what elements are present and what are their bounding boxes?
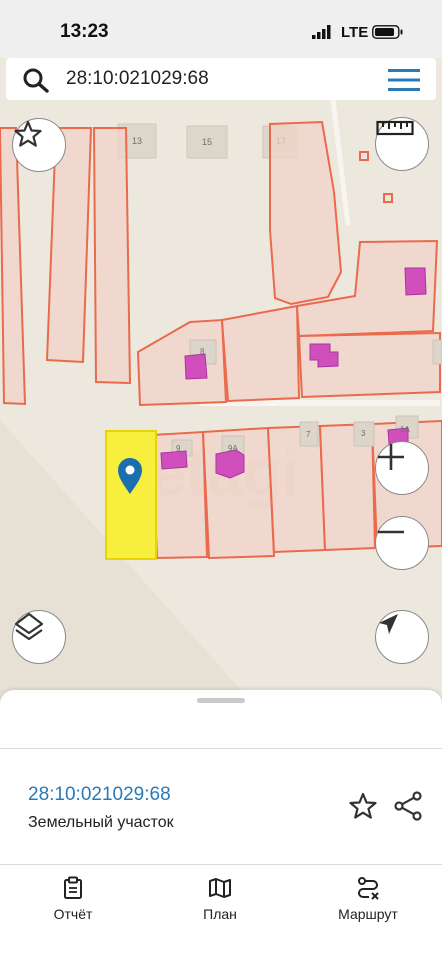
house-number: 8 <box>200 347 205 356</box>
minus-icon <box>378 530 404 534</box>
network-label: LTE <box>341 24 369 41</box>
building <box>184 353 208 380</box>
battery-icon <box>372 25 403 39</box>
menu-icon[interactable] <box>388 68 420 92</box>
divider <box>0 748 442 749</box>
building-footprint <box>432 339 442 365</box>
status-bar: 13:23 LTE <box>0 0 442 58</box>
star-icon <box>14 120 42 147</box>
search-bar[interactable]: 28:10:021029:68 <box>6 58 436 100</box>
tab-route[interactable]: Маршрут <box>308 866 428 946</box>
sheet-drag-handle[interactable] <box>197 698 245 703</box>
status-time: 13:23 <box>60 21 109 42</box>
building <box>215 449 245 479</box>
building <box>404 267 427 296</box>
tab-route-label: Маршрут <box>338 906 398 922</box>
search-input[interactable]: 28:10:021029:68 <box>66 68 209 90</box>
ruler-icon <box>376 120 414 136</box>
house-number: 7 <box>306 430 311 439</box>
divider <box>0 864 442 865</box>
star-icon[interactable] <box>348 791 378 821</box>
object-type: Земельный участок <box>28 814 174 831</box>
land-parcel[interactable] <box>220 304 301 403</box>
house-number: 15 <box>202 137 212 147</box>
layers-icon <box>14 612 44 641</box>
layers-button[interactable] <box>12 610 66 664</box>
house-number: 9 <box>176 444 181 453</box>
plus-icon <box>378 444 404 470</box>
map-plan-icon <box>209 878 231 898</box>
my-location-button[interactable] <box>375 610 429 664</box>
selected-parcel[interactable] <box>105 430 157 560</box>
tab-plan[interactable]: План <box>160 866 280 946</box>
zoom-in-button[interactable] <box>375 441 429 495</box>
route-icon <box>358 877 379 900</box>
house-number: 9А <box>228 444 238 453</box>
tab-report[interactable]: Отчёт <box>13 866 133 946</box>
house-number: 3 <box>361 429 366 438</box>
land-parcel[interactable] <box>92 127 132 385</box>
ruler-button[interactable] <box>375 117 429 171</box>
favorite-button[interactable] <box>12 118 66 172</box>
map-canvas[interactable]: etagi 13 15 17 <box>0 100 442 700</box>
report-icon <box>64 876 82 899</box>
signal-icon <box>312 25 331 39</box>
zoom-out-button[interactable] <box>375 516 429 570</box>
building <box>160 450 188 470</box>
info-sheet[interactable]: 28:10:021029:68 Земельный участок Отчёт … <box>0 690 442 960</box>
cadastral-number[interactable]: 28:10:021029:68 <box>28 784 171 806</box>
house-number: 1А <box>400 425 410 434</box>
search-icon[interactable] <box>22 67 50 93</box>
tab-plan-label: План <box>203 906 237 922</box>
map-view[interactable]: etagi 13 15 17 <box>0 100 442 700</box>
tab-report-label: Отчёт <box>53 906 93 922</box>
house-number: 13 <box>132 136 142 146</box>
share-icon[interactable] <box>393 791 423 821</box>
navigation-arrow-icon <box>379 614 398 634</box>
